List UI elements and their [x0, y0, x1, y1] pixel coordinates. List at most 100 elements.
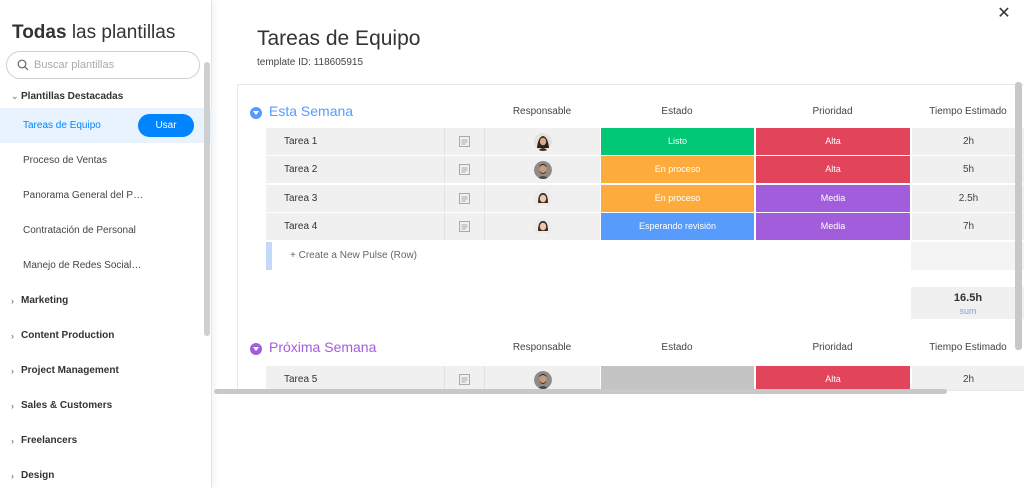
column-header-status: Estado: [661, 342, 693, 353]
chevron-right-icon: ›: [11, 470, 14, 481]
chevron-right-icon: ›: [11, 295, 14, 306]
sidebar-title-rest: las plantillas: [66, 22, 176, 43]
template-item-contratacion[interactable]: Contratación de Personal: [0, 213, 212, 248]
page-title: Tareas de Equipo: [257, 27, 421, 50]
category-label: Design: [21, 470, 55, 481]
template-label: Contratación de Personal: [23, 225, 136, 236]
use-template-button[interactable]: Usar: [138, 114, 194, 137]
status-cell[interactable]: Listo: [600, 128, 754, 155]
category-project-management[interactable]: › Project Management: [0, 353, 212, 388]
chevron-right-icon: ›: [11, 330, 14, 341]
column-header-status: Estado: [661, 106, 693, 117]
search-input[interactable]: [34, 59, 194, 71]
sidebar-title-bold: Todas: [12, 22, 67, 43]
create-new-row[interactable]: + Create a New Pulse (Row): [266, 242, 1024, 270]
template-item-panorama-general[interactable]: Panorama General del P…: [0, 178, 212, 213]
template-id: template ID: 118605915: [257, 57, 364, 68]
priority-cell[interactable]: Media: [755, 185, 910, 212]
app-window: Todas las plantillas ⌄Plantillas Destaca…: [0, 0, 1024, 488]
template-label: Panorama General del P…: [23, 190, 144, 201]
group-esta-semana: Esta Semana Responsable Estado Prioridad…: [238, 102, 1024, 319]
status-cell[interactable]: En proceso: [600, 156, 754, 183]
category-featured[interactable]: ⌄ Plantillas Destacadas: [0, 84, 212, 108]
task-name[interactable]: Tarea 1: [266, 128, 444, 155]
priority-cell[interactable]: Alta: [755, 128, 910, 155]
chevron-down-icon[interactable]: [250, 343, 262, 355]
responsible-cell[interactable]: [484, 213, 600, 240]
task-name[interactable]: Tarea 4: [266, 213, 444, 240]
priority-cell[interactable]: Alta: [755, 156, 910, 183]
updates-icon[interactable]: [444, 128, 484, 155]
category-sales-customers[interactable]: › Sales & Customers: [0, 388, 212, 423]
chevron-right-icon: ›: [11, 400, 14, 411]
close-icon[interactable]: ✕: [996, 6, 1012, 22]
sum-value: 16.5h: [953, 292, 983, 304]
task-name[interactable]: Tarea 5: [266, 366, 444, 390]
category-label: Content Production: [21, 330, 115, 341]
template-item-redes-sociales[interactable]: Manejo de Redes Social…: [0, 248, 212, 283]
category-label: Sales & Customers: [21, 400, 113, 411]
table-row[interactable]: Tarea 4 Esperando revisión Media 7h: [266, 213, 1024, 240]
sum-label[interactable]: sum: [911, 306, 1024, 316]
search-icon: [17, 59, 29, 71]
chevron-right-icon: ›: [11, 435, 14, 446]
status-cell[interactable]: En proceso: [600, 185, 754, 212]
group-title[interactable]: Próxima Semana: [269, 339, 376, 355]
time-cell[interactable]: 2.5h: [911, 185, 1024, 212]
category-label: Freelancers: [21, 435, 78, 446]
time-cell[interactable]: 2h: [911, 366, 1024, 390]
task-name[interactable]: Tarea 2: [266, 156, 444, 183]
status-cell[interactable]: [600, 366, 754, 390]
create-row-label[interactable]: + Create a New Pulse (Row): [290, 242, 417, 270]
table-row[interactable]: Tarea 3 En proceso Media 2.5h: [266, 185, 1024, 212]
table-row[interactable]: Tarea 1 Listo Alta 2h: [266, 128, 1024, 155]
updates-icon[interactable]: [444, 156, 484, 183]
priority-cell[interactable]: Media: [755, 213, 910, 240]
chevron-right-icon: ›: [11, 365, 14, 376]
time-cell[interactable]: 2h: [911, 128, 1024, 155]
sidebar-scrollbar[interactable]: [204, 62, 210, 336]
time-cell[interactable]: 5h: [911, 156, 1024, 183]
status-cell[interactable]: Esperando revisión: [600, 213, 754, 240]
horizontal-scrollbar[interactable]: [214, 389, 947, 394]
template-item-proceso-de-ventas[interactable]: Proceso de Ventas: [0, 143, 212, 178]
responsible-cell[interactable]: [484, 366, 600, 390]
avatar: [533, 132, 552, 151]
column-header-time: Tiempo Estimado: [929, 106, 1007, 117]
sidebar-list: ⌄ Plantillas Destacadas Tareas de Equipo U…: [0, 84, 212, 488]
avatar: [533, 370, 552, 389]
group-header: Próxima Semana Responsable Estado Priori…: [238, 338, 1024, 362]
task-name[interactable]: Tarea 3: [266, 185, 444, 212]
responsible-cell[interactable]: [484, 185, 600, 212]
table-row[interactable]: Tarea 2 En proceso Alta 5h: [266, 156, 1024, 183]
category-label: Project Management: [21, 365, 119, 376]
avatar: [533, 189, 552, 208]
updates-icon[interactable]: [444, 185, 484, 212]
category-marketing[interactable]: › Marketing: [0, 283, 212, 318]
template-label: Tareas de Equipo: [23, 120, 101, 131]
updates-icon[interactable]: [444, 213, 484, 240]
column-header-priority: Prioridad: [812, 106, 853, 117]
category-freelancers[interactable]: › Freelancers: [0, 423, 212, 458]
vertical-scrollbar[interactable]: [1015, 82, 1022, 350]
chevron-down-icon: ⌄: [11, 90, 19, 101]
responsible-cell[interactable]: [484, 156, 600, 183]
category-design[interactable]: › Design: [0, 458, 212, 488]
updates-icon[interactable]: [444, 366, 484, 390]
chevron-down-icon[interactable]: [250, 107, 262, 119]
search-box[interactable]: [6, 51, 200, 79]
category-label: Marketing: [21, 295, 69, 306]
template-item-tareas-de-equipo[interactable]: Tareas de Equipo Usar: [0, 108, 212, 143]
sidebar-title: Todas las plantillas: [12, 22, 175, 44]
responsible-cell[interactable]: [484, 128, 600, 155]
template-label: Manejo de Redes Social…: [23, 260, 142, 271]
avatar: [533, 160, 552, 179]
priority-cell[interactable]: Alta: [755, 366, 910, 390]
template-sidebar: Todas las plantillas ⌄Plantillas Destaca…: [0, 0, 212, 488]
group-title[interactable]: Esta Semana: [269, 103, 353, 119]
column-header-time: Tiempo Estimado: [929, 342, 1007, 353]
table-row[interactable]: Tarea 5 Alta 2h: [266, 366, 1024, 390]
column-header-responsible: Responsable: [512, 106, 572, 117]
time-cell[interactable]: 7h: [911, 213, 1024, 240]
category-content-production[interactable]: › Content Production: [0, 318, 212, 353]
